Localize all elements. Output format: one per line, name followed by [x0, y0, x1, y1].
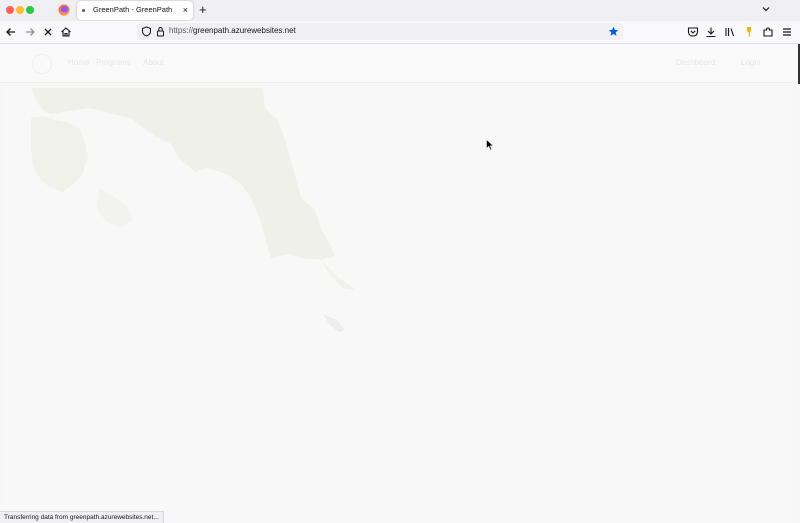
page-content: Home Programs About Dashboard Login [0, 44, 800, 523]
stop-loading-icon[interactable] [41, 25, 55, 39]
back-arrow-icon[interactable] [4, 25, 18, 39]
hero-map-image [31, 88, 355, 332]
site-header: Home Programs About Dashboard Login [0, 44, 800, 83]
mouse-pointer-icon [486, 139, 494, 151]
tab-close-icon[interactable]: × [183, 4, 188, 16]
firefox-view-icon[interactable] [58, 4, 70, 16]
url-bar[interactable]: https://greenpath.azurewebsites.net [137, 23, 623, 40]
status-bar: Transferring data from greenpath.azurewe… [0, 511, 164, 523]
puzzle-extensions-icon[interactable] [761, 25, 775, 39]
site-logo[interactable] [32, 54, 52, 74]
site-nav-home[interactable]: Home [68, 58, 89, 67]
close-window-button[interactable] [6, 6, 14, 14]
navigation-toolbar: https://greenpath.azurewebsites.net [0, 21, 800, 44]
url-host: greenpath.azurewebsites.net [193, 26, 296, 35]
tab-greenpath[interactable]: GreenPath - GreenPath × [77, 1, 193, 20]
url-text[interactable]: https://greenpath.azurewebsites.net [169, 26, 296, 35]
browser-window: GreenPath - GreenPath × + https://greenp… [0, 0, 800, 523]
zoom-window-button[interactable] [26, 6, 34, 14]
hamburger-menu-icon[interactable] [780, 25, 794, 39]
home-icon[interactable] [59, 25, 73, 39]
lock-icon[interactable] [155, 26, 166, 37]
forward-arrow-icon[interactable] [23, 25, 37, 39]
minimize-window-button[interactable] [16, 6, 24, 14]
bookmark-star-icon[interactable] [608, 26, 619, 37]
url-scheme: https:// [169, 26, 194, 35]
library-icon[interactable] [723, 25, 737, 39]
tab-strip: GreenPath - GreenPath × + [0, 0, 800, 21]
tab-title: GreenPath - GreenPath [93, 5, 173, 14]
pocket-icon[interactable] [686, 25, 700, 39]
hero-section [3, 88, 790, 523]
site-nav-about[interactable]: About [143, 58, 164, 67]
tracking-shield-icon[interactable] [141, 26, 152, 37]
site-nav-login[interactable]: Login [741, 58, 761, 67]
tab-loading-icon [82, 9, 85, 12]
key-extension-icon[interactable] [742, 25, 756, 39]
site-nav-dashboard[interactable]: Dashboard [676, 58, 715, 67]
site-nav-programs[interactable]: Programs [96, 58, 131, 67]
download-icon[interactable] [704, 25, 718, 39]
new-tab-button[interactable]: + [199, 2, 207, 18]
chevron-down-icon[interactable] [760, 3, 772, 15]
